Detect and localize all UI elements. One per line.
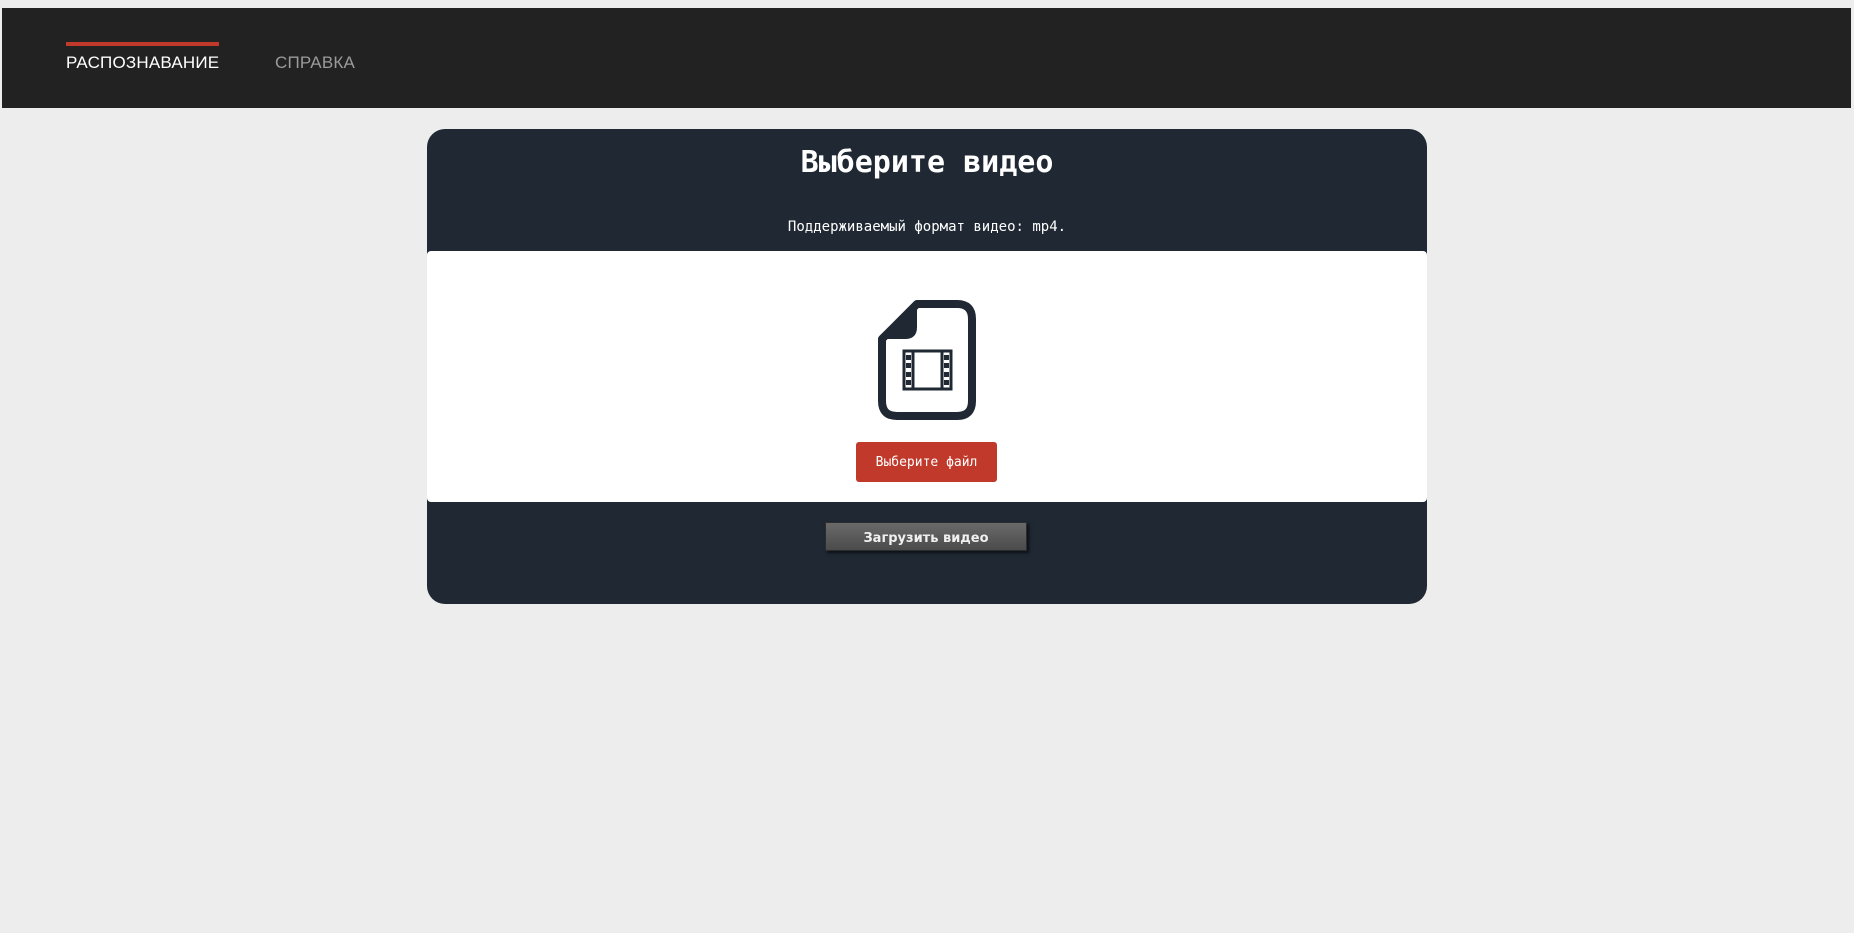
upload-video-button[interactable]: Загрузить видео [825,522,1027,551]
supported-format-text: Поддерживаемый формат видео: mp4. [787,219,1067,235]
nav-tab-recognition[interactable]: РАСПОЗНАВАНИЕ [66,42,220,80]
choose-file-button[interactable]: Выберите файл [856,442,997,482]
top-navigation-bar: РАСПОЗНАВАНИЕ СПРАВКА [2,8,1851,108]
nav-tab-help[interactable]: СПРАВКА [275,46,355,80]
upload-card-title: Выберите видео [800,145,1054,180]
video-file-icon [878,300,976,420]
